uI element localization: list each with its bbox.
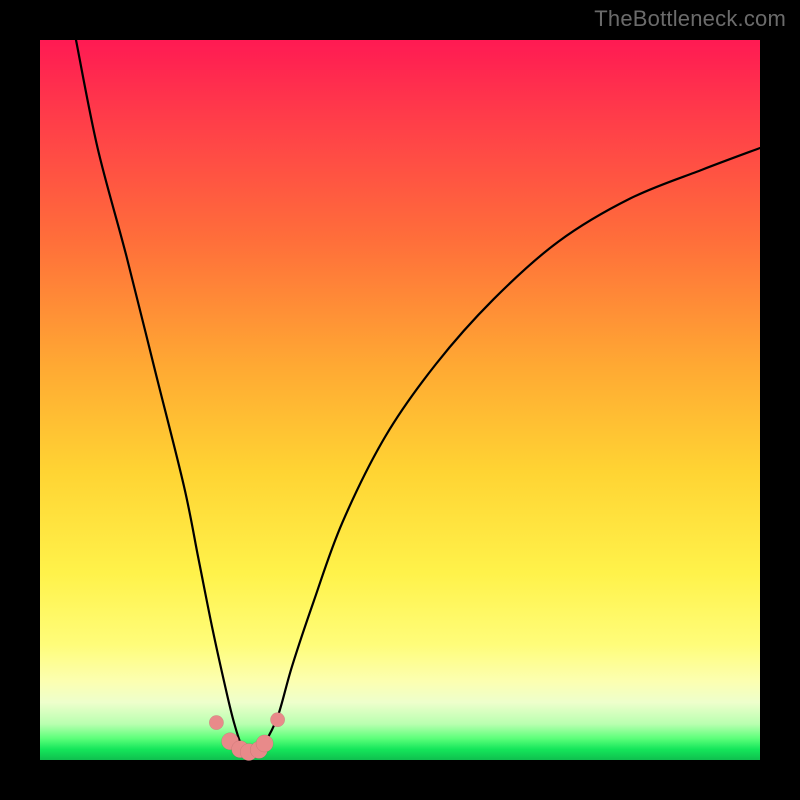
valley-dot: [209, 715, 223, 729]
valley-dot: [256, 735, 273, 752]
valley-dots: [209, 712, 285, 760]
bottleneck-curve: [76, 40, 760, 754]
plot-area: [40, 40, 760, 760]
curve-layer: [40, 40, 760, 760]
valley-dot: [270, 712, 284, 726]
watermark-text: TheBottleneck.com: [594, 6, 786, 32]
chart-frame: TheBottleneck.com: [0, 0, 800, 800]
